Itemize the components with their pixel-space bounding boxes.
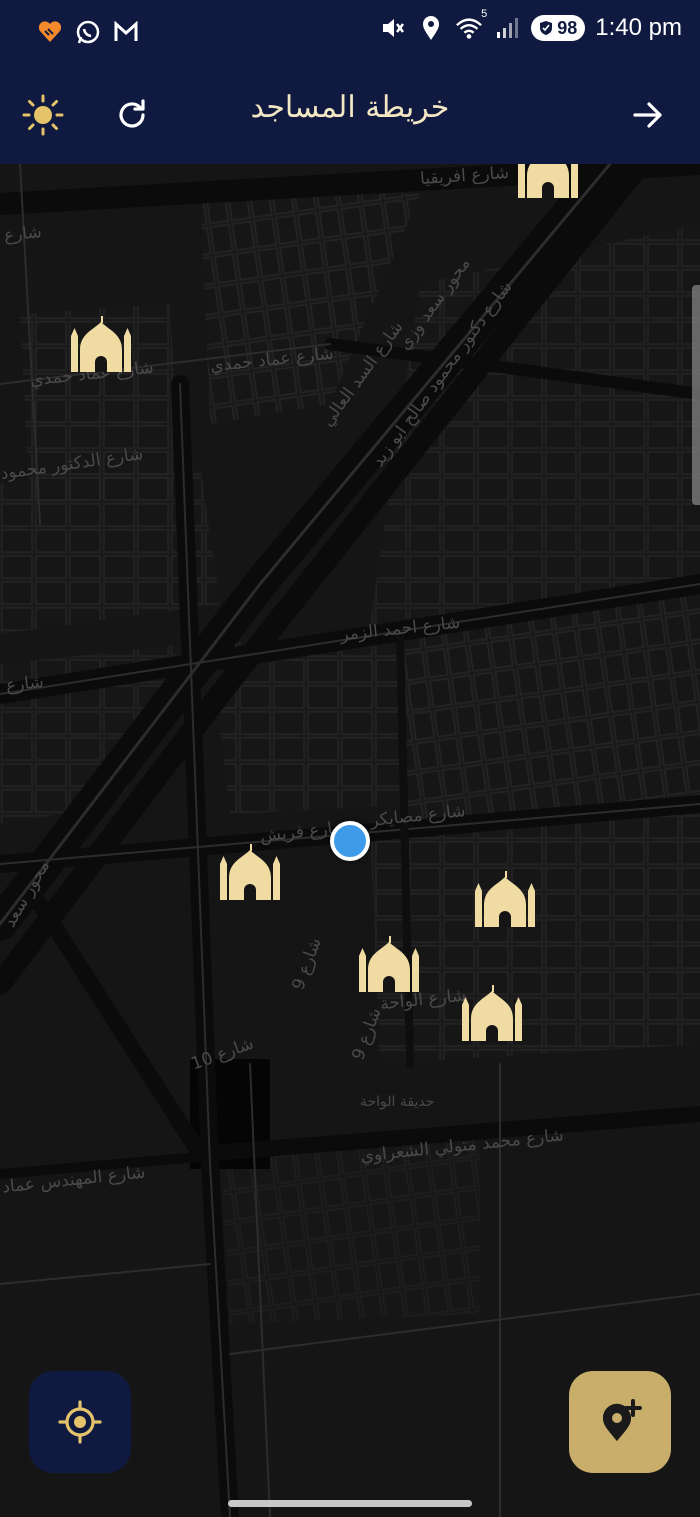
battery-level: 98 (557, 17, 578, 38)
clock: 1:40 pm (595, 14, 682, 41)
mosque-marker[interactable] (472, 871, 538, 929)
app-bar: خريطة المساجد (0, 66, 700, 164)
mosque-marker[interactable] (515, 164, 581, 200)
notification-icons (36, 18, 140, 46)
mosque-icon (475, 871, 535, 927)
arrow-forward-icon (633, 102, 662, 128)
wifi-badge: 5 (481, 8, 488, 20)
battery-indicator: 98 (531, 15, 586, 41)
street-label: شارع (5, 672, 45, 696)
user-location-dot (330, 821, 370, 861)
map-scroll-handle[interactable] (692, 285, 700, 505)
mosque-marker[interactable] (68, 316, 134, 374)
wifi-icon: 5 (455, 8, 487, 42)
add-location-icon (602, 1399, 642, 1441)
map-view[interactable]: شارع افريقيا شارع شارع عماد حمدي شارع عم… (0, 164, 700, 1517)
street-label: حديقة الواحة (360, 1094, 435, 1110)
gmail-icon (112, 18, 140, 46)
my-location-button[interactable] (29, 1371, 131, 1473)
mosque-marker[interactable] (217, 844, 283, 902)
location-icon (417, 14, 445, 42)
mosque-marker[interactable] (459, 985, 525, 1043)
battery-icon (540, 21, 553, 35)
mosque-icon (220, 844, 280, 900)
whatsapp-icon (74, 18, 102, 46)
mute-icon (379, 14, 407, 42)
back-button[interactable] (623, 90, 673, 140)
street-label: شارع (3, 222, 43, 246)
system-icons: 5 98 1:40 pm (379, 8, 682, 42)
mosque-icon (518, 164, 578, 198)
mosque-icon (462, 985, 522, 1041)
status-bar: 5 98 1:40 pm (0, 0, 700, 66)
mosque-icon (71, 316, 131, 372)
home-indicator[interactable] (228, 1500, 472, 1507)
signal-icon (493, 14, 521, 42)
page-title: خريطة المساجد (250, 90, 450, 125)
mosque-icon (359, 936, 419, 992)
my-location-icon (58, 1400, 102, 1444)
heart-app-icon (36, 18, 64, 46)
mosque-marker[interactable] (356, 936, 422, 994)
add-mosque-button[interactable] (569, 1371, 671, 1473)
